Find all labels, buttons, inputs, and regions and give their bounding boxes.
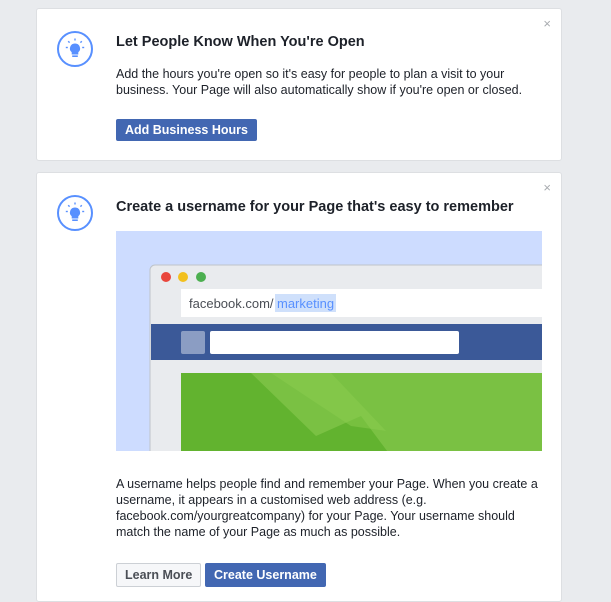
url-highlight-text: marketing — [277, 296, 334, 311]
lightbulb-icon — [56, 30, 94, 68]
maximize-dot-icon — [196, 272, 206, 282]
minimize-dot-icon — [178, 272, 188, 282]
card-title: Create a username for your Page that's e… — [116, 199, 514, 215]
card-description: Add the hours you're open so it's easy f… — [116, 67, 523, 97]
close-dot-icon — [161, 272, 171, 282]
username-illustration: facebook.com/ marketing — [116, 231, 542, 451]
card-title: Let People Know When You're Open — [116, 34, 365, 50]
card-description: A username helps people find and remembe… — [116, 477, 538, 539]
url-prefix-text: facebook.com/ — [189, 296, 274, 311]
business-hours-card: × Let People Know When You're Open Add t… — [36, 8, 562, 161]
close-icon[interactable]: × — [543, 17, 551, 30]
learn-more-button[interactable]: Learn More — [116, 563, 202, 587]
lightbulb-icon — [56, 194, 94, 232]
close-icon[interactable]: × — [543, 181, 551, 194]
username-card: × Create a username for your Page that's… — [36, 172, 562, 602]
add-business-hours-button[interactable]: Add Business Hours — [116, 119, 257, 141]
create-username-button[interactable]: Create Username — [205, 563, 326, 587]
